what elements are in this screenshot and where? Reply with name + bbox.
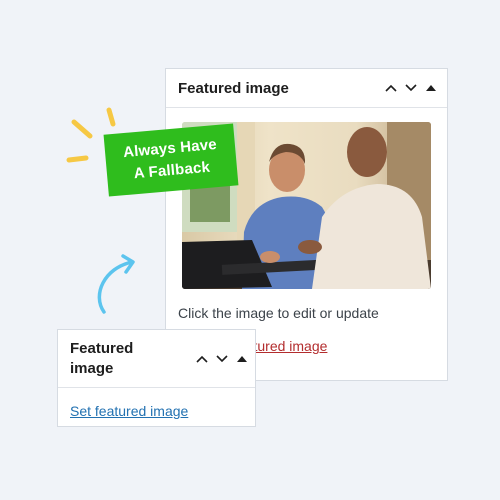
panel-title: Featured image <box>178 79 289 97</box>
panel-controls <box>384 81 438 95</box>
caret-up-icon[interactable] <box>424 81 438 95</box>
chevron-up-icon[interactable] <box>195 352 209 366</box>
set-featured-image-link[interactable]: Set featured image <box>70 403 188 419</box>
panel-header: Featured image <box>166 69 447 108</box>
panel-title: Featured image <box>70 339 134 377</box>
chevron-down-icon[interactable] <box>215 352 229 366</box>
curved-arrow-icon <box>97 254 135 314</box>
spark-line <box>106 107 116 127</box>
panel-header: Featured image <box>58 330 255 388</box>
set-featured-image-panel: Featured image Set featured image <box>57 329 256 427</box>
always-have-fallback-badge: Always Have A Fallback <box>103 123 239 197</box>
panel-controls <box>195 352 249 366</box>
chevron-down-icon[interactable] <box>404 81 418 95</box>
image-edit-hint: Click the image to edit or update <box>178 305 379 321</box>
spark-line <box>71 119 93 139</box>
chevron-up-icon[interactable] <box>384 81 398 95</box>
spark-line <box>66 155 89 163</box>
caret-up-icon[interactable] <box>235 352 249 366</box>
